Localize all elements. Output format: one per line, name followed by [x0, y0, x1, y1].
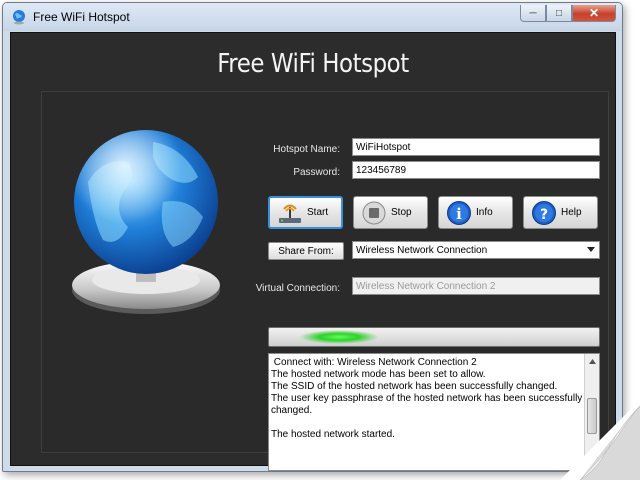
share-from-select[interactable]: Wireless Network Connection — [352, 241, 600, 259]
close-icon: ✕ — [588, 6, 600, 20]
status-log-text: Connect with: Wireless Network Connectio… — [271, 357, 583, 441]
status-log[interactable]: Connect with: Wireless Network Connectio… — [268, 353, 600, 471]
minimize-icon: ─ — [529, 7, 537, 19]
start-button[interactable]: Start — [268, 196, 343, 229]
hotspot-name-label: Hotspot Name: — [273, 144, 340, 155]
stop-icon — [359, 200, 389, 226]
log-line: The hosted network mode has been set to … — [271, 369, 486, 380]
info-icon: i — [444, 200, 474, 226]
log-line: The user key passphrase of the hosted ne… — [271, 393, 583, 416]
info-button-label: Info — [476, 207, 493, 218]
arrow-up-icon — [589, 359, 596, 364]
hotspot-name-input[interactable] — [352, 138, 600, 156]
password-input[interactable] — [352, 161, 600, 179]
share-from-button[interactable]: Share From: — [268, 242, 344, 260]
close-button[interactable]: ✕ — [572, 5, 616, 22]
share-from-value: Wireless Network Connection — [356, 245, 488, 256]
start-button-label: Start — [307, 207, 329, 218]
svg-text:i: i — [456, 205, 462, 223]
activity-progress-bar — [268, 327, 600, 347]
log-line: The SSID of the hosted network has been … — [271, 381, 558, 392]
log-line: Connect with: Wireless Network Connectio… — [271, 357, 477, 368]
title-bar[interactable]: Free WiFi Hotspot ─ □ ✕ — [3, 3, 622, 31]
stop-button[interactable]: Stop — [353, 196, 428, 229]
virtual-connection-field: Wireless Network Connection 2 — [352, 277, 600, 295]
log-line: The hosted network started. — [271, 429, 395, 440]
window-title: Free WiFi Hotspot — [33, 10, 130, 24]
app-header-title: Free WiFi Hotspot — [217, 49, 409, 79]
chevron-down-icon[interactable] — [587, 247, 595, 252]
globe-icon — [13, 10, 25, 25]
svg-text:?: ? — [540, 207, 548, 223]
progress-glow — [299, 330, 379, 344]
globe-logo-icon — [72, 130, 220, 314]
help-button[interactable]: ? Help — [523, 196, 598, 229]
window-controls: ─ □ ✕ — [520, 5, 616, 23]
maximize-button[interactable]: □ — [546, 5, 572, 22]
app-window: Free WiFi Hotspot ─ □ ✕ Free WiFi Hotspo… — [2, 2, 623, 472]
wifi-antenna-icon — [275, 200, 305, 226]
main-panel: Hotspot Name: Password: Start — [41, 91, 609, 471]
stop-button-label: Stop — [391, 207, 412, 218]
help-button-label: Help — [561, 207, 582, 218]
help-icon: ? — [529, 200, 559, 226]
password-label: Password: — [293, 167, 340, 178]
client-area: Free WiFi Hotspot Hotspot Name: WiFiHots… — [10, 32, 616, 471]
virtual-connection-label: Virtual Connection: — [255, 283, 340, 294]
maximize-icon: □ — [555, 7, 563, 19]
share-from-label: Share From: — [278, 245, 334, 257]
scroll-up-button[interactable] — [585, 354, 599, 369]
virtual-connection-value: Wireless Network Connection 2 — [356, 281, 496, 292]
minimize-button[interactable]: ─ — [520, 5, 546, 22]
page-curl-decoration — [560, 400, 640, 480]
info-button[interactable]: i Info — [438, 196, 513, 229]
